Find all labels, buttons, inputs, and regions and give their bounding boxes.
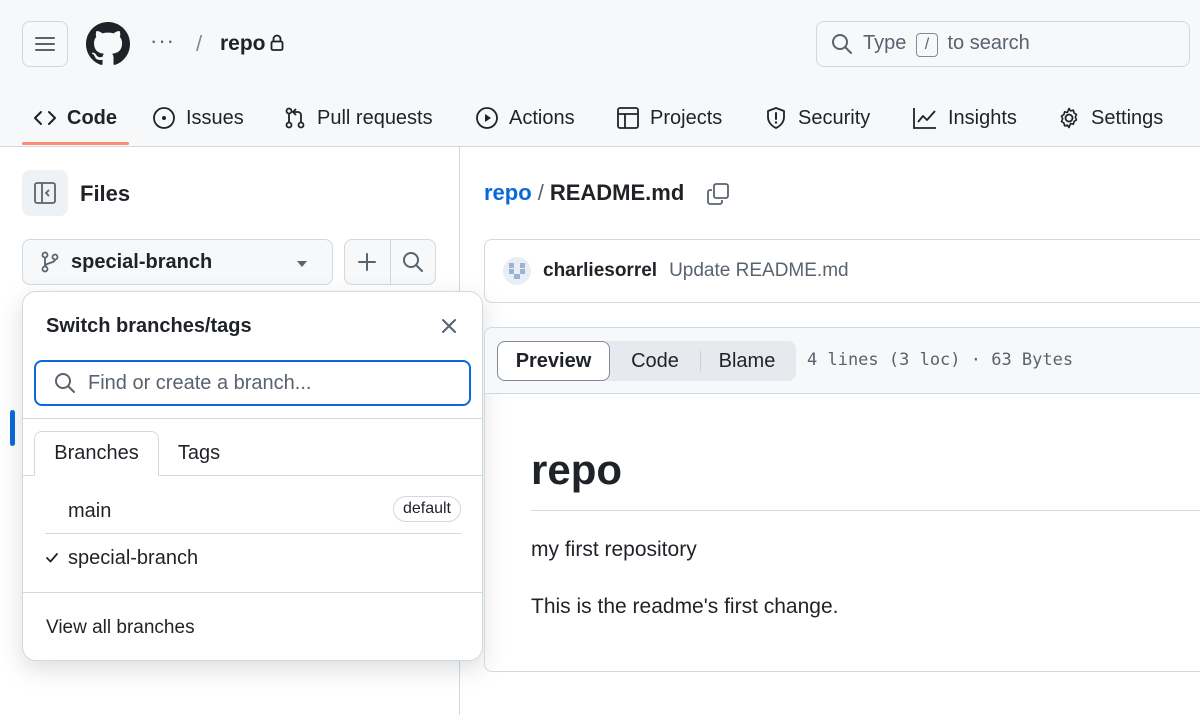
view-all-branches-link[interactable]: View all branches [46, 617, 195, 639]
current-branch-label: special-branch [71, 250, 213, 273]
branch-switcher-dropdown: Switch branches/tags Branches Tags main … [22, 291, 483, 661]
divider [23, 592, 482, 593]
add-file-button[interactable] [345, 240, 390, 284]
gear-icon [1060, 107, 1078, 129]
code-view-tab[interactable]: Code [610, 341, 700, 381]
tab-security[interactable]: Security [764, 90, 870, 146]
selected-tree-item-indicator [10, 410, 15, 446]
branch-item-special-branch[interactable]: special-branch [45, 536, 461, 580]
readme-paragraph: my first repository [531, 538, 697, 561]
close-icon [442, 319, 456, 333]
latest-commit-box: charliesorrel Update README.md [484, 239, 1200, 303]
branch-filter-input[interactable] [88, 371, 448, 395]
search-icon [55, 373, 75, 393]
search-placeholder: Type / to search [863, 32, 1030, 57]
tab-code[interactable]: Code [33, 90, 117, 146]
files-title: Files [80, 181, 131, 206]
view-mode-toggle: Preview Code Blame [497, 341, 796, 381]
git-pull-request-icon [285, 107, 305, 129]
divider [23, 418, 482, 419]
tab-actions[interactable]: Actions [475, 90, 575, 146]
file-meta-info: 4 lines (3 loc) · 63 Bytes [807, 350, 1074, 370]
branch-select-button[interactable]: special-branch [22, 239, 333, 285]
repo-name-link[interactable]: repo [220, 32, 266, 56]
close-button[interactable] [440, 317, 458, 335]
identicon-icon [509, 263, 525, 279]
graph-icon [913, 108, 936, 129]
tab-settings[interactable]: Settings [1057, 90, 1163, 146]
sidebar-collapse-icon [34, 182, 56, 204]
commit-author-link[interactable]: charliesorrel [543, 260, 657, 282]
copy-icon [707, 183, 729, 205]
chevron-down-icon [297, 261, 307, 267]
plus-icon [358, 253, 377, 271]
readme-heading: repo [531, 446, 623, 493]
default-badge: default [392, 496, 461, 522]
tab-projects[interactable]: Projects [616, 90, 722, 146]
blame-tab[interactable]: Blame [701, 341, 793, 381]
active-tab-indicator [22, 142, 129, 145]
tab-insights[interactable]: Insights [912, 90, 1017, 146]
table-icon [617, 107, 639, 129]
preview-tab[interactable]: Preview [497, 341, 610, 381]
file-actions-group [344, 239, 436, 285]
divider [45, 533, 461, 534]
repo-header: ··· / repo Type / to search Code Issues … [0, 0, 1200, 147]
readme-paragraph: This is the readme's first change. [531, 595, 839, 618]
breadcrumb-separator: / [537, 180, 544, 205]
global-menu-button[interactable] [22, 21, 68, 67]
search-icon [832, 34, 852, 54]
git-branch-icon [41, 251, 59, 273]
github-mark-icon [86, 22, 130, 65]
code-icon [34, 111, 56, 125]
issue-opened-icon [153, 107, 175, 129]
file-breadcrumb: repo / README.md [484, 180, 684, 206]
dropdown-title: Switch branches/tags [46, 315, 252, 337]
lock-icon [270, 34, 284, 52]
tab-tags[interactable]: Tags [163, 431, 235, 476]
tab-issues[interactable]: Issues [152, 90, 244, 146]
copy-path-button[interactable] [706, 182, 730, 206]
slash-key-hint: / [915, 32, 938, 57]
play-icon [476, 107, 498, 129]
heading-rule [531, 510, 1200, 511]
file-viewer: Preview Code Blame 4 lines (3 loc) · 63 … [484, 327, 1200, 672]
breadcrumb-repo-link[interactable]: repo [484, 180, 532, 206]
search-input[interactable]: Type / to search [816, 21, 1190, 67]
check-icon [45, 552, 68, 564]
breadcrumb-more-button[interactable]: ··· [150, 28, 175, 54]
repo-nav: Code Issues Pull requests Actions Projec… [0, 90, 1200, 147]
breadcrumb-file-name: README.md [549, 180, 685, 205]
collapse-file-tree-button[interactable] [22, 170, 68, 216]
hamburger-icon [35, 37, 55, 51]
file-toolbar: Preview Code Blame 4 lines (3 loc) · 63 … [485, 328, 1200, 394]
search-files-button[interactable] [389, 240, 435, 284]
branch-item-main[interactable]: main default [45, 489, 461, 533]
commit-message-link[interactable]: Update README.md [669, 260, 849, 282]
branch-name: special-branch [68, 546, 199, 569]
branch-name: main [68, 499, 112, 522]
search-icon [402, 252, 423, 272]
branch-filter-field[interactable] [34, 360, 471, 406]
github-logo-link[interactable] [86, 22, 130, 66]
shield-icon [767, 107, 785, 129]
avatar[interactable] [503, 257, 531, 285]
tab-branches[interactable]: Branches [34, 431, 159, 476]
tab-pull-requests[interactable]: Pull requests [283, 90, 433, 146]
breadcrumb-separator: / [196, 31, 203, 56]
